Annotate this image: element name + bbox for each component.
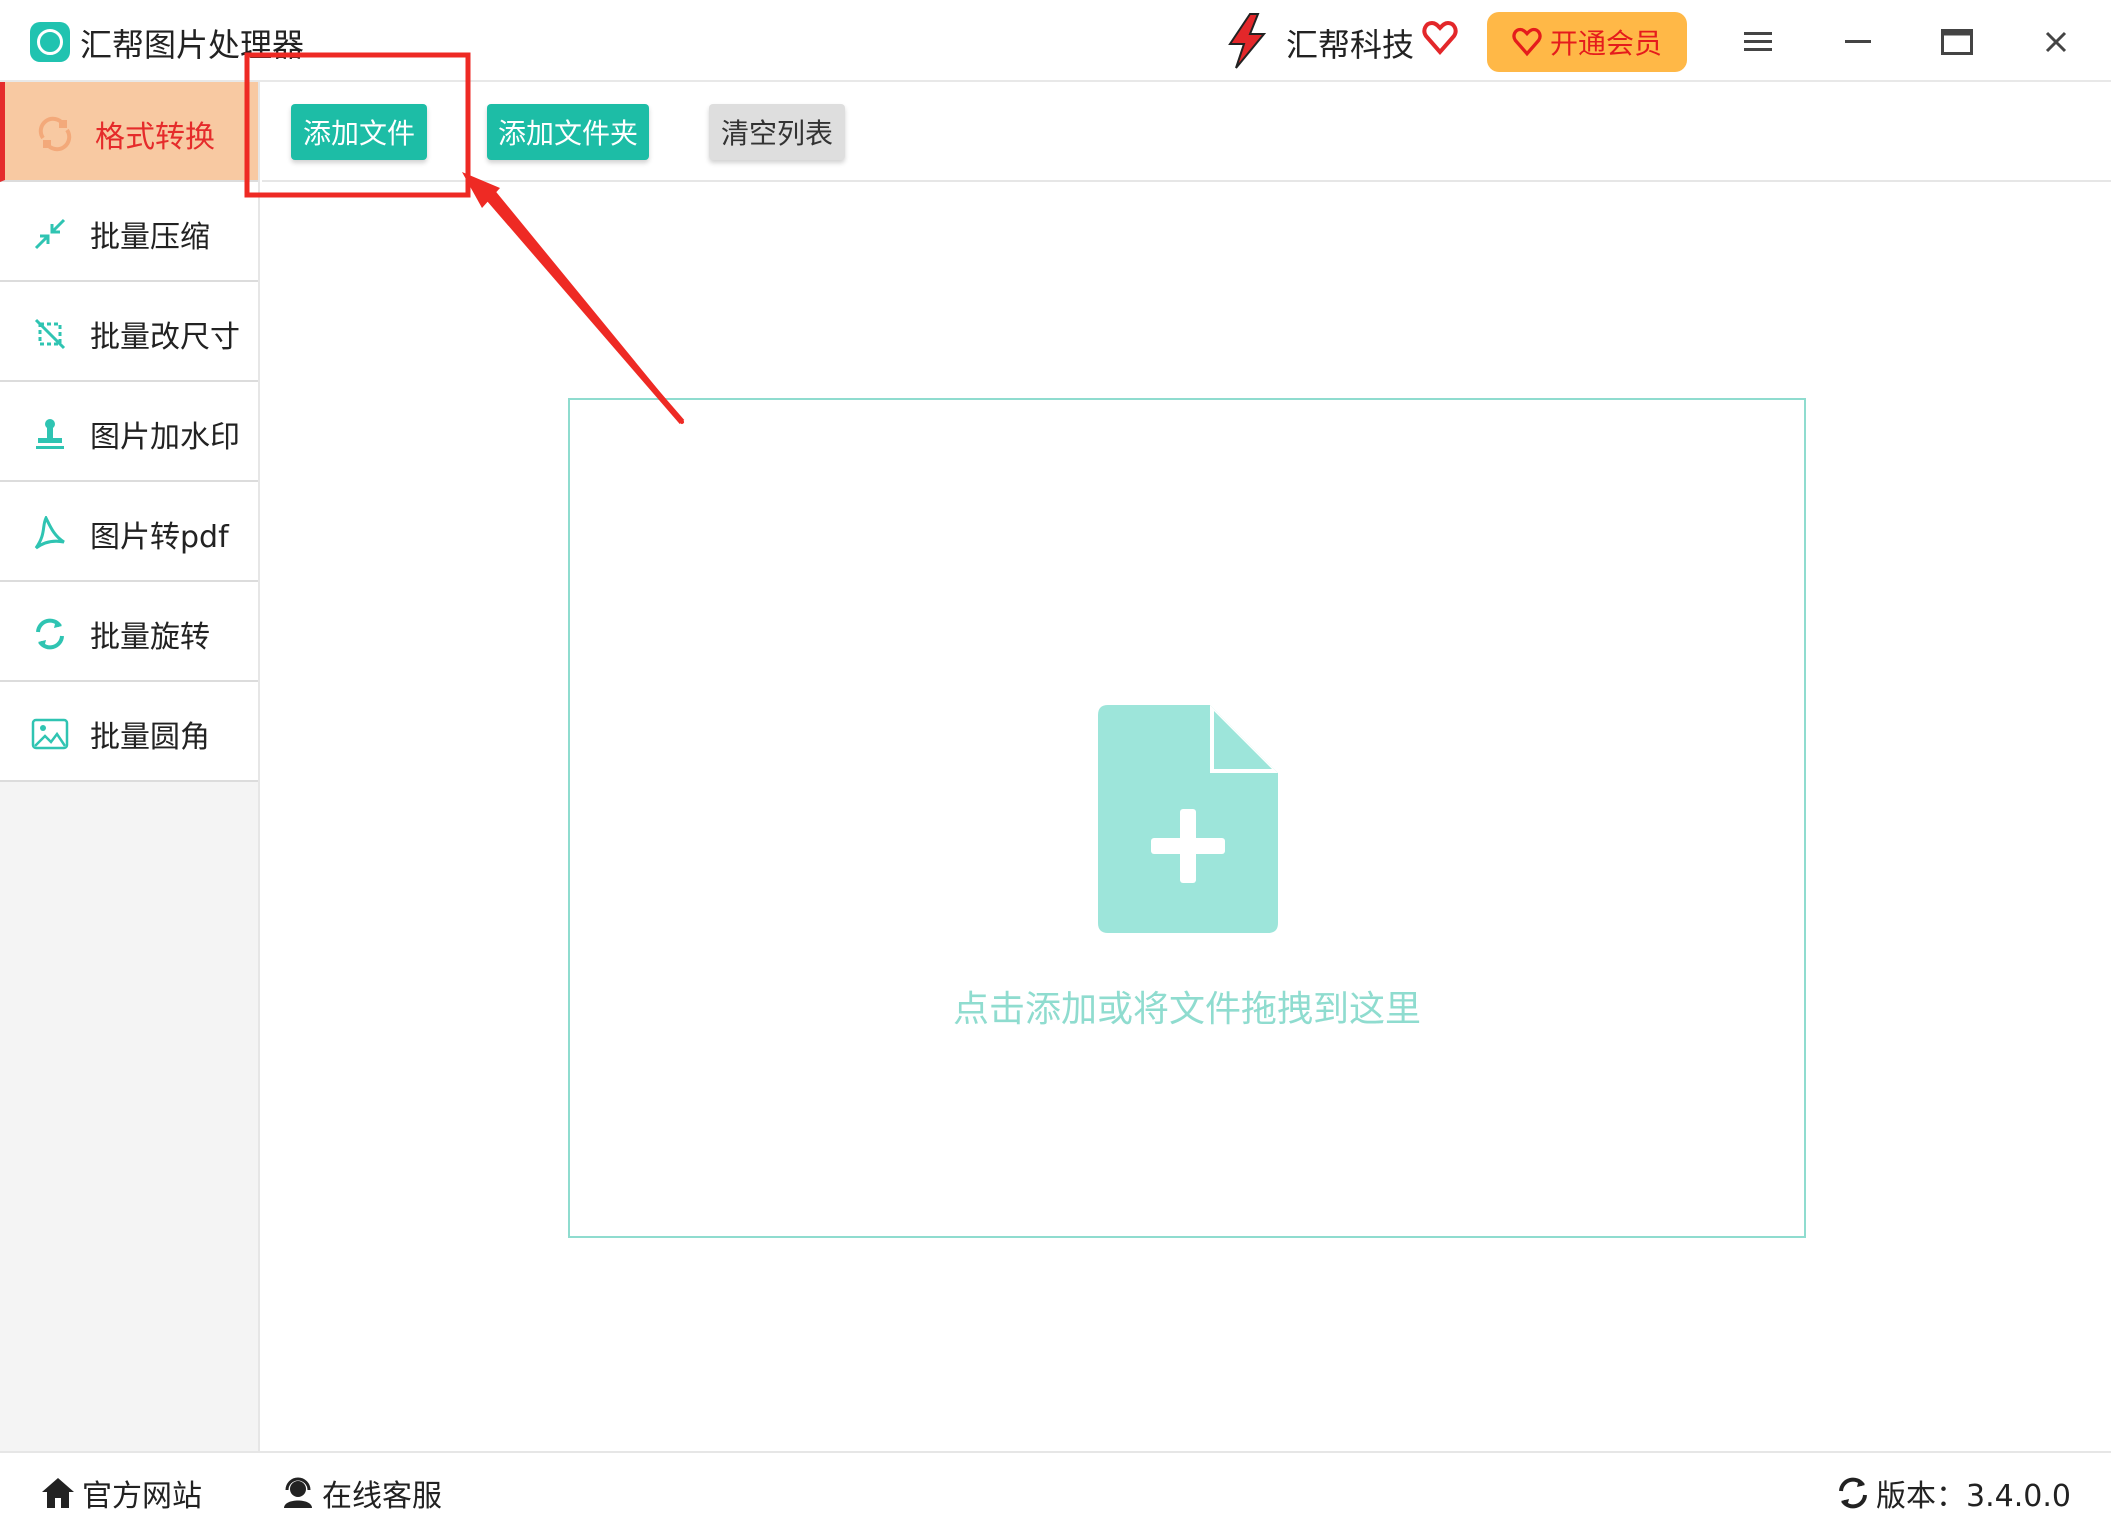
vip-heart-icon xyxy=(1422,20,1458,56)
open-vip-label: 开通会员 xyxy=(1549,27,1662,60)
maximize-icon[interactable] xyxy=(1937,22,1977,62)
sidebar: 格式转换 批量压缩 批量改尺寸 图片加水印 图片转pdf 批量旋转 批量圆角 xyxy=(0,82,260,1451)
sidebar-item-label: 格式转换 xyxy=(95,120,215,155)
resize-icon xyxy=(30,314,70,354)
rotate-icon xyxy=(30,614,70,654)
clear-list-button[interactable]: 清空列表 xyxy=(709,104,845,160)
format-convert-icon xyxy=(35,114,75,154)
sidebar-item-batch-rotate[interactable]: 批量旋转 xyxy=(0,582,258,682)
close-icon[interactable] xyxy=(2036,22,2076,62)
annotation-arrow-shaft xyxy=(475,184,685,424)
sidebar-item-watermark[interactable]: 图片加水印 xyxy=(0,382,258,482)
minimize-icon[interactable] xyxy=(1838,22,1878,62)
app-logo-icon xyxy=(30,22,70,62)
online-service-link[interactable]: 在线客服 xyxy=(280,1471,442,1515)
sidebar-item-image-to-pdf[interactable]: 图片转pdf xyxy=(0,482,258,582)
sidebar-item-label: 图片转pdf xyxy=(90,520,229,555)
version-info: 版本：3.4.0.0 xyxy=(1836,1471,2071,1515)
rounded-image-icon xyxy=(30,714,70,754)
vip-heart-icon xyxy=(1512,27,1542,57)
sidebar-item-batch-resize[interactable]: 批量改尺寸 xyxy=(0,282,258,382)
drop-hint-text: 点击添加或将文件拖拽到这里 xyxy=(952,989,1421,1030)
brand-name: 汇帮科技 xyxy=(1286,26,1415,64)
sidebar-item-label: 批量压缩 xyxy=(90,220,210,255)
hamburger-menu-icon[interactable] xyxy=(1738,22,1778,62)
title-bar: 汇帮图片处理器 汇帮科技 开通会员 xyxy=(0,0,2111,82)
file-drop-zone[interactable]: 点击添加或将文件拖拽到这里 xyxy=(568,398,1806,1238)
toolbar: 添加文件 添加文件夹 清空列表 xyxy=(262,82,2111,182)
watermark-stamp-icon xyxy=(30,414,70,454)
sidebar-item-batch-compress[interactable]: 批量压缩 xyxy=(0,182,258,282)
annotation-arrow xyxy=(472,180,684,424)
customer-service-icon xyxy=(284,1477,312,1508)
add-file-icon xyxy=(1098,705,1278,933)
official-site-link[interactable]: 官方网站 xyxy=(40,1471,202,1515)
add-file-button[interactable]: 添加文件 xyxy=(291,104,427,160)
sidebar-item-format-convert[interactable]: 格式转换 xyxy=(0,82,258,182)
brand-logo-icon xyxy=(1228,13,1267,69)
compress-icon xyxy=(30,214,70,254)
sidebar-item-label: 批量改尺寸 xyxy=(90,320,240,355)
status-bar: 官方网站 在线客服 版本：3.4.0.0 xyxy=(0,1451,2111,1519)
official-site-label: 官方网站 xyxy=(82,1479,202,1514)
add-folder-button[interactable]: 添加文件夹 xyxy=(487,104,649,160)
sidebar-item-rounded-corners[interactable]: 批量圆角 xyxy=(0,682,258,782)
app-title: 汇帮图片处理器 xyxy=(80,26,305,64)
home-icon xyxy=(42,1478,74,1508)
online-service-label: 在线客服 xyxy=(322,1479,442,1514)
sidebar-item-label: 批量旋转 xyxy=(90,620,210,655)
open-vip-button[interactable]: 开通会员 xyxy=(1487,12,1687,72)
sidebar-item-label: 批量圆角 xyxy=(90,720,210,755)
pdf-icon xyxy=(30,514,70,554)
sidebar-item-label: 图片加水印 xyxy=(90,420,240,455)
refresh-icon[interactable] xyxy=(1836,1476,1870,1510)
version-label: 版本：3.4.0.0 xyxy=(1876,1479,2071,1514)
